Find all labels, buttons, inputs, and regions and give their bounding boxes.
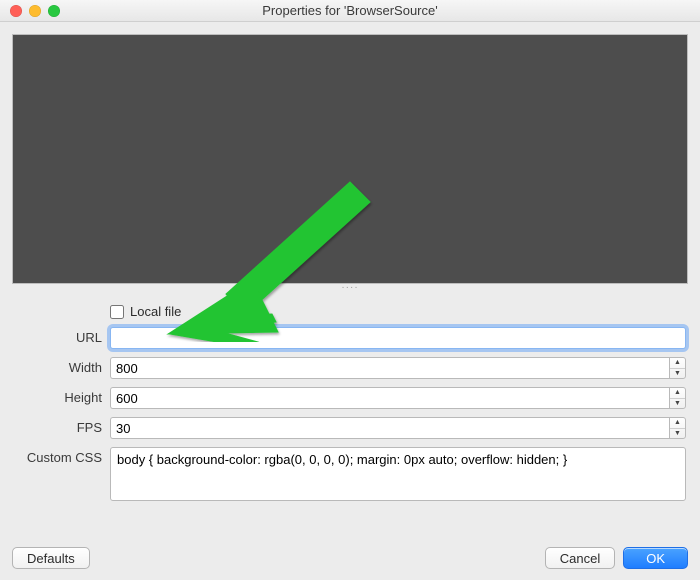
- window-controls: [10, 5, 60, 17]
- ok-button[interactable]: OK: [623, 547, 688, 569]
- height-input[interactable]: [110, 387, 669, 409]
- fps-label: FPS: [14, 417, 110, 435]
- custom-css-textarea[interactable]: [110, 447, 686, 501]
- properties-form: Local file URL Width ▲ ▼ Height ▲: [0, 300, 700, 504]
- fps-step-down-icon[interactable]: ▼: [670, 428, 685, 439]
- width-spin: ▲ ▼: [669, 357, 686, 379]
- fps-input[interactable]: [110, 417, 669, 439]
- cancel-button[interactable]: Cancel: [545, 547, 615, 569]
- height-step-down-icon[interactable]: ▼: [670, 398, 685, 409]
- local-file-label: Local file: [130, 304, 181, 319]
- width-label: Width: [14, 357, 110, 375]
- titlebar: Properties for 'BrowserSource': [0, 0, 700, 22]
- height-spin: ▲ ▼: [669, 387, 686, 409]
- height-label: Height: [14, 387, 110, 405]
- local-file-checkbox[interactable]: [110, 305, 124, 319]
- url-label: URL: [14, 327, 110, 345]
- custom-css-label: Custom CSS: [14, 447, 110, 465]
- width-step-down-icon[interactable]: ▼: [670, 368, 685, 379]
- url-input[interactable]: [110, 327, 686, 349]
- defaults-button[interactable]: Defaults: [12, 547, 90, 569]
- close-icon[interactable]: [10, 5, 22, 17]
- height-stepper: ▲ ▼: [110, 387, 686, 409]
- width-input[interactable]: [110, 357, 669, 379]
- window-title: Properties for 'BrowserSource': [262, 3, 437, 18]
- preview-area: ····: [0, 22, 700, 300]
- fps-step-up-icon[interactable]: ▲: [670, 418, 685, 428]
- source-preview: [12, 34, 688, 284]
- dialog-footer: Defaults Cancel OK: [0, 536, 700, 580]
- local-file-row: Local file: [110, 304, 686, 319]
- width-stepper: ▲ ▼: [110, 357, 686, 379]
- fps-stepper: ▲ ▼: [110, 417, 686, 439]
- minimize-icon[interactable]: [29, 5, 41, 17]
- height-step-up-icon[interactable]: ▲: [670, 388, 685, 398]
- zoom-icon[interactable]: [48, 5, 60, 17]
- fps-spin: ▲ ▼: [669, 417, 686, 439]
- width-step-up-icon[interactable]: ▲: [670, 358, 685, 368]
- resize-grip-icon[interactable]: ····: [12, 284, 688, 296]
